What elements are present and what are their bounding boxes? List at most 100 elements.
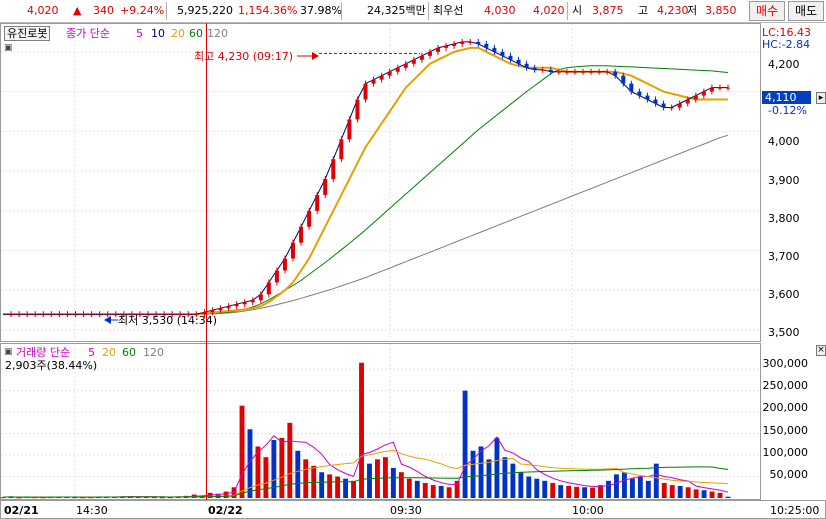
- volume-bar: [582, 487, 588, 498]
- chart-canvas[interactable]: [0, 0, 826, 519]
- volume-bar: [534, 478, 540, 498]
- ma120-line: [3, 134, 729, 315]
- volume-bar: [263, 457, 269, 498]
- x-label: 02/22: [208, 504, 243, 517]
- volume-ma5-line: [2, 434, 729, 498]
- ma20-legend: 20: [171, 27, 185, 40]
- candle-body: [347, 119, 352, 140]
- volume-bar: [398, 472, 404, 498]
- volume-bar: [295, 450, 301, 498]
- candle-body: [331, 159, 336, 180]
- candle-body: [621, 75, 626, 84]
- candle-body: [645, 95, 650, 100]
- candle-body: [693, 95, 698, 100]
- candle-body: [605, 71, 610, 73]
- candle-body: [709, 87, 714, 92]
- volume-bar: [414, 480, 420, 498]
- volume-bar: [661, 482, 667, 498]
- price-y-tick: 3,800: [768, 212, 800, 225]
- panel-menu-icon[interactable]: ▣: [4, 42, 13, 55]
- x-label: 10:00: [572, 504, 604, 517]
- volume-bar: [486, 459, 492, 498]
- volume-bar: [614, 474, 619, 498]
- vol-ma20-legend: 20: [102, 346, 116, 359]
- candle-body: [726, 87, 730, 89]
- volume-bar: [406, 478, 412, 498]
- collapse-icon[interactable]: ▸: [816, 92, 826, 104]
- candle-body: [540, 69, 545, 71]
- candle-body: [597, 71, 602, 73]
- x-label: 09:30: [390, 504, 422, 517]
- candle-body: [89, 314, 94, 316]
- candle-body: [323, 179, 328, 195]
- candle-body: [299, 226, 304, 243]
- volume-bar: [390, 467, 396, 498]
- volume-panel-close-icon[interactable]: ×: [816, 345, 826, 356]
- volume-ma20-line: [2, 449, 729, 498]
- candle-body: [532, 67, 537, 70]
- volume-y-tick: 100,000: [762, 446, 809, 459]
- high-arrow-head-icon: [312, 52, 319, 60]
- volume-y-tick: 300,000: [762, 357, 809, 370]
- candle-body: [17, 314, 22, 316]
- volume-bar: [279, 437, 285, 498]
- candle-body: [484, 43, 489, 48]
- candle-body: [339, 139, 344, 160]
- volume-bar: [566, 485, 572, 498]
- volume-bar: [438, 485, 444, 498]
- ma10-legend: 10: [151, 27, 165, 40]
- candle-body: [508, 55, 513, 60]
- candle-body: [427, 51, 432, 56]
- candle-body: [266, 282, 271, 295]
- candle-body: [307, 210, 312, 227]
- candle-body: [218, 308, 223, 311]
- volume-y-tick: 250,000: [762, 379, 809, 392]
- ma60-legend: 60: [189, 27, 203, 40]
- candle-body: [282, 258, 287, 271]
- volume-bar: [303, 459, 309, 498]
- candle-body: [258, 294, 263, 301]
- candle-body: [315, 194, 320, 211]
- ma60-line: [3, 65, 729, 315]
- volume-bar: [645, 480, 651, 498]
- volume-bar: [430, 485, 436, 498]
- ma120-legend: 120: [207, 27, 228, 40]
- volume-bar: [669, 485, 675, 498]
- candle-body: [468, 41, 473, 43]
- volume-bar: [335, 476, 341, 498]
- candle-body: [25, 314, 30, 316]
- candle-body: [97, 314, 102, 316]
- candle-body: [677, 103, 682, 108]
- price-y-tick: 4,200: [768, 58, 800, 71]
- volume-bar: [653, 463, 659, 498]
- candle-body: [387, 71, 392, 76]
- volume-bar: [717, 492, 723, 498]
- stock-name-box[interactable]: 유진로봇: [4, 26, 51, 41]
- volume-bar: [606, 480, 611, 498]
- low-annotation: 최저 3,530 (14:34): [118, 314, 218, 327]
- candle-body: [379, 75, 384, 80]
- candle-body: [500, 51, 505, 56]
- volume-bar: [319, 472, 325, 498]
- candle-body: [524, 63, 529, 68]
- volume-bar: [271, 440, 277, 498]
- price-y-tick: 3,500: [768, 326, 800, 339]
- volume-panel-menu-icon[interactable]: ▣: [4, 346, 13, 359]
- candle-body: [81, 314, 86, 316]
- price-y-tick: 4,000: [768, 135, 800, 148]
- ma5-legend: 5: [136, 27, 143, 40]
- volume-bar: [239, 405, 245, 498]
- candle-body: [589, 71, 594, 73]
- volume-bar: [510, 463, 516, 498]
- volume-bar: [574, 486, 580, 498]
- candle-body: [629, 83, 634, 92]
- candle-body: [717, 87, 722, 89]
- volume-title: 거래량 단순: [16, 346, 71, 359]
- volume-bar: [590, 487, 596, 498]
- vol-ma120-legend: 120: [143, 346, 164, 359]
- volume-bar: [502, 457, 508, 498]
- candle-body: [548, 69, 553, 72]
- candle-body: [234, 304, 239, 307]
- volume-ma-lines: [2, 434, 729, 498]
- x-label: 02/21: [4, 504, 39, 517]
